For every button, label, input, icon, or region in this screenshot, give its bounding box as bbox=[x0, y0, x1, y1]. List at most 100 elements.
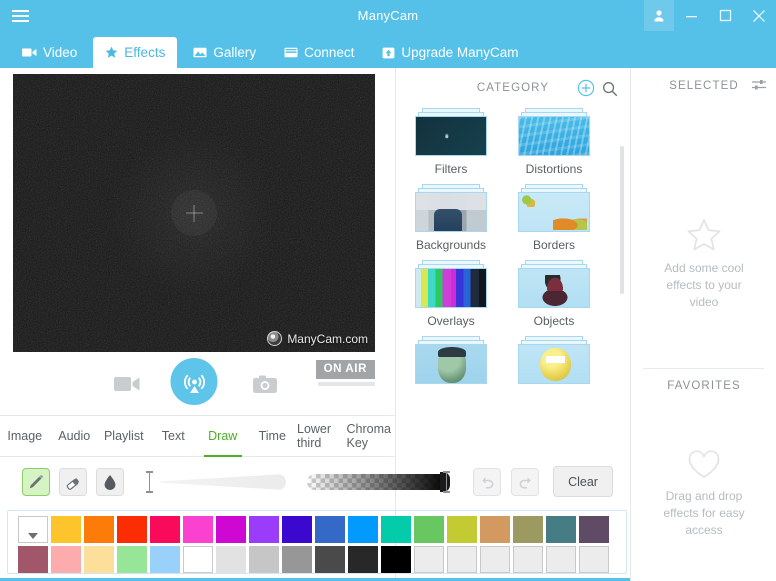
eraser-tool-button[interactable] bbox=[59, 468, 87, 496]
color-palette-row-2 bbox=[18, 546, 626, 573]
video-preview[interactable]: ManyCam.com bbox=[13, 74, 375, 352]
category-item[interactable] bbox=[408, 336, 494, 390]
color-swatch[interactable] bbox=[150, 516, 180, 543]
color-swatch[interactable] bbox=[348, 516, 378, 543]
tab-effects[interactable]: Effects bbox=[93, 37, 178, 68]
color-swatch[interactable] bbox=[480, 546, 510, 573]
category-item[interactable]: Borders bbox=[511, 184, 597, 252]
on-air-badge[interactable]: ON AIR bbox=[315, 360, 375, 379]
color-swatch[interactable] bbox=[282, 546, 312, 573]
category-scrollbar[interactable] bbox=[620, 146, 624, 294]
color-swatch[interactable] bbox=[282, 516, 312, 543]
subtab-audio[interactable]: Audio bbox=[50, 416, 100, 456]
category-thumbnail-image bbox=[415, 116, 487, 156]
brush-size-handle[interactable] bbox=[146, 471, 153, 493]
color-swatch[interactable] bbox=[381, 546, 411, 573]
color-swatch[interactable] bbox=[84, 516, 114, 543]
close-icon[interactable] bbox=[742, 0, 776, 31]
color-swatch[interactable] bbox=[447, 516, 477, 543]
selected-empty-text: Add some cool effects to your video bbox=[664, 261, 744, 309]
color-swatch[interactable] bbox=[315, 516, 345, 543]
color-swatch[interactable] bbox=[579, 546, 609, 573]
subtab-playlist[interactable]: Playlist bbox=[99, 416, 149, 456]
category-item[interactable] bbox=[511, 336, 597, 390]
selected-empty-state: Add some cool effects to your video bbox=[631, 218, 776, 311]
category-item[interactable]: Objects bbox=[511, 260, 597, 328]
subtab-time-label: Time bbox=[258, 429, 286, 443]
category-item-label: Objects bbox=[533, 314, 575, 328]
subtab-chroma-key[interactable]: Chroma Key bbox=[347, 416, 397, 456]
subtab-text-label: Text bbox=[161, 429, 185, 443]
tab-gallery[interactable]: Gallery bbox=[181, 37, 268, 68]
category-item[interactable]: Distortions bbox=[511, 108, 597, 176]
category-item[interactable]: Backgrounds bbox=[408, 184, 494, 252]
pencil-tool-button[interactable] bbox=[22, 468, 50, 496]
clear-button[interactable]: Clear bbox=[553, 466, 613, 497]
category-item[interactable]: Filters bbox=[408, 108, 494, 176]
color-swatch[interactable] bbox=[513, 546, 543, 573]
color-swatch[interactable] bbox=[480, 516, 510, 543]
window-buttons bbox=[644, 0, 776, 31]
opacity-slider[interactable] bbox=[307, 470, 455, 494]
color-swatch[interactable] bbox=[216, 516, 246, 543]
search-icon[interactable] bbox=[602, 81, 618, 102]
tab-connect[interactable]: Connect bbox=[272, 37, 366, 68]
color-swatch[interactable] bbox=[249, 546, 279, 573]
color-swatch[interactable] bbox=[546, 546, 576, 573]
color-swatch[interactable] bbox=[216, 546, 246, 573]
add-category-icon[interactable] bbox=[577, 79, 595, 102]
thumbnail-art bbox=[519, 345, 589, 383]
color-swatch[interactable] bbox=[18, 516, 48, 543]
color-swatch[interactable] bbox=[315, 546, 345, 573]
color-swatch[interactable] bbox=[51, 516, 81, 543]
tab-upgrade-label: Upgrade ManyCam bbox=[401, 45, 519, 60]
tab-video[interactable]: Video bbox=[10, 37, 89, 68]
color-swatch[interactable] bbox=[414, 546, 444, 573]
minimize-icon[interactable] bbox=[674, 0, 708, 31]
color-swatch[interactable] bbox=[84, 546, 114, 573]
color-swatch[interactable] bbox=[579, 516, 609, 543]
category-thumbnail bbox=[518, 108, 590, 156]
subtab-text[interactable]: Text bbox=[149, 416, 199, 456]
color-swatch[interactable] bbox=[546, 516, 576, 543]
sliders-icon[interactable] bbox=[751, 78, 767, 97]
color-swatch[interactable] bbox=[51, 546, 81, 573]
category-thumbnail bbox=[415, 336, 487, 384]
tab-upgrade-manycam[interactable]: Upgrade ManyCam bbox=[370, 37, 530, 68]
color-swatch[interactable] bbox=[150, 546, 180, 573]
snapshot-button[interactable] bbox=[249, 368, 281, 400]
color-swatch[interactable] bbox=[117, 516, 147, 543]
video-preview-canvas[interactable]: ManyCam.com bbox=[13, 74, 375, 352]
undo-button[interactable] bbox=[473, 468, 501, 496]
fill-tool-button[interactable] bbox=[96, 468, 124, 496]
record-video-button[interactable] bbox=[111, 368, 143, 400]
add-video-source-button[interactable] bbox=[171, 190, 217, 236]
subtab-draw[interactable]: Draw bbox=[198, 416, 248, 457]
account-icon[interactable] bbox=[644, 0, 674, 31]
category-item[interactable]: Overlays bbox=[408, 260, 494, 328]
broadcast-button[interactable] bbox=[170, 358, 218, 405]
subtab-lower-third[interactable]: Lower third bbox=[297, 416, 347, 456]
color-swatch[interactable] bbox=[381, 516, 411, 543]
subtab-time[interactable]: Time bbox=[248, 416, 298, 456]
maximize-icon[interactable] bbox=[708, 0, 742, 31]
upload-arrow-icon bbox=[382, 47, 395, 59]
brush-size-slider[interactable] bbox=[146, 470, 292, 494]
tab-connect-label: Connect bbox=[304, 45, 355, 60]
opacity-handle-marker[interactable] bbox=[443, 471, 450, 493]
color-swatch[interactable] bbox=[513, 516, 543, 543]
color-swatch[interactable] bbox=[348, 546, 378, 573]
color-swatch[interactable] bbox=[249, 516, 279, 543]
manycam-watermark: ManyCam.com bbox=[267, 331, 368, 346]
thumbnail-art bbox=[416, 269, 486, 307]
color-swatch[interactable] bbox=[183, 516, 213, 543]
color-swatch[interactable] bbox=[183, 546, 213, 573]
subtab-image[interactable]: Image bbox=[0, 416, 50, 456]
color-swatch[interactable] bbox=[18, 546, 48, 573]
effects-sub-tabs: Image Audio Playlist Text Draw Time Lowe… bbox=[0, 415, 396, 457]
draw-toolbar: Clear bbox=[0, 457, 613, 506]
redo-button[interactable] bbox=[511, 468, 539, 496]
color-swatch[interactable] bbox=[447, 546, 477, 573]
color-swatch[interactable] bbox=[117, 546, 147, 573]
color-swatch[interactable] bbox=[414, 516, 444, 543]
